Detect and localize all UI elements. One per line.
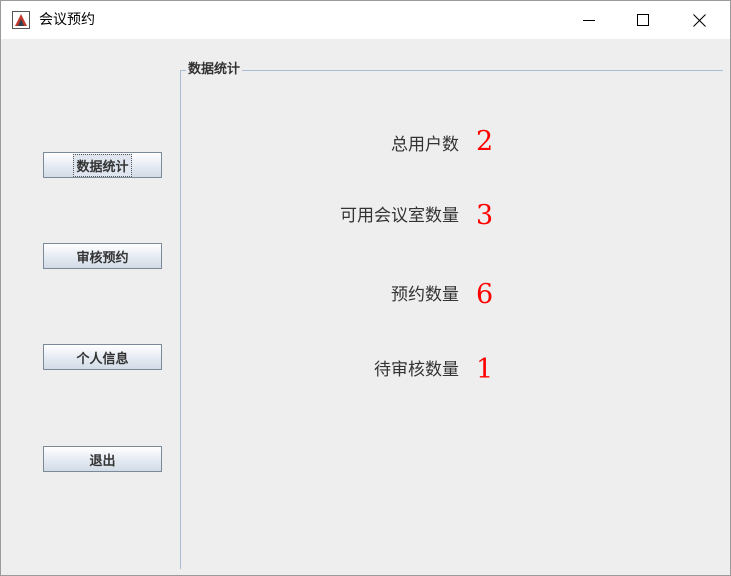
minimize-icon: [583, 20, 595, 21]
stat-label: 可用会议室数量: [340, 206, 459, 226]
review-reservations-button[interactable]: 审核预约: [43, 243, 162, 269]
stat-value: 2: [476, 126, 494, 157]
maximize-button[interactable]: [616, 1, 670, 39]
stat-value: 1: [476, 354, 494, 385]
stat-value: 6: [476, 279, 494, 310]
exit-label: 退出: [89, 453, 116, 469]
close-icon: [692, 13, 706, 27]
panel-title: 数据统计: [186, 62, 243, 78]
stat-label: 待审核数量: [374, 360, 459, 380]
minimize-button[interactable]: [562, 1, 616, 39]
java-app-icon: [12, 11, 30, 29]
personal-info-label: 个人信息: [76, 351, 129, 367]
stat-value: 3: [476, 200, 494, 231]
maximize-icon: [637, 14, 649, 26]
close-button[interactable]: [672, 1, 726, 39]
data-statistics-button[interactable]: 数据统计: [43, 152, 162, 178]
exit-button[interactable]: 退出: [43, 446, 162, 472]
stat-label: 总用户数: [391, 135, 459, 155]
stat-label: 预约数量: [391, 285, 459, 305]
app-window: 会议预约 数据统计 审核预约 个人信息 退出 数据统计 总用户数 2 可用会议室…: [0, 0, 731, 576]
title-bar[interactable]: 会议预约: [1, 1, 730, 39]
data-statistics-label: 数据统计: [73, 153, 132, 177]
window-title: 会议预约: [39, 12, 95, 28]
personal-info-button[interactable]: 个人信息: [43, 344, 162, 370]
review-reservations-label: 审核预约: [76, 250, 129, 266]
